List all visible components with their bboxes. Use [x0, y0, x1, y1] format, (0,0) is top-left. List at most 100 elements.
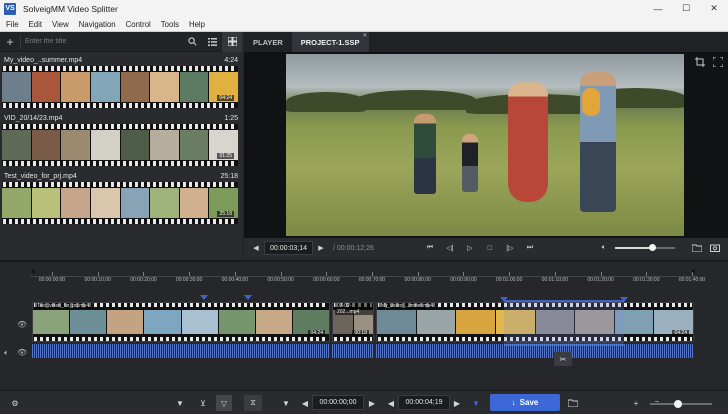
timeline-clip[interactable]: Test_video_for_prj.mp4 04:24 [32, 302, 330, 342]
mute-segment-icon[interactable]: ⧖ [244, 395, 262, 411]
search-icon[interactable] [182, 32, 202, 52]
audio-waveform[interactable] [32, 344, 330, 358]
ruler-tick [143, 272, 145, 276]
ruler-tick [509, 272, 511, 276]
current-time-field[interactable]: 00:00:03;14 [264, 241, 313, 255]
volume-knob[interactable] [649, 244, 657, 251]
save-button[interactable]: ↓ Save [490, 394, 560, 411]
menu-file[interactable]: File [6, 20, 19, 29]
filter-icon[interactable]: ▽ [216, 395, 232, 411]
zoom-knob[interactable] [674, 400, 682, 408]
volume-slider[interactable] [614, 244, 675, 251]
go-to-end-icon[interactable]: ⏭ [522, 240, 538, 256]
ruler-tick-label: 00:01:40;00 [678, 277, 706, 283]
maximize-button[interactable]: ☐ [672, 0, 700, 17]
stop-icon[interactable]: □ [482, 240, 498, 256]
zoom-out-button[interactable]: − [652, 393, 662, 409]
audio-icon[interactable]: 🔈︎ [4, 348, 9, 358]
video-track[interactable]: Test_video_for_prj.mp4 04:24 07-02-202..… [30, 295, 698, 360]
library-clip[interactable]: Test_video_for_prj.mp4 25:18 25:18 [0, 170, 242, 228]
tab-close-icon[interactable]: × [363, 33, 367, 39]
ruler-tick [326, 272, 328, 276]
zoom-in-button[interactable]: + [630, 395, 642, 411]
ruler-tick-label: 00:01:30;00 [633, 277, 660, 283]
ruler-tick-label: 00:00:10;00 [84, 277, 111, 283]
step-back-icon[interactable]: ◁| [442, 240, 458, 256]
menu-tools[interactable]: Tools [161, 20, 179, 29]
video-player[interactable] [244, 52, 728, 238]
menu-view[interactable]: View [52, 20, 69, 29]
ruler-tick [97, 272, 99, 276]
save-icon: ↓ [511, 398, 516, 407]
menu-control[interactable]: Control [126, 20, 151, 29]
selection-start-handle[interactable] [500, 297, 508, 302]
timeline-clip-title: 07-02-202...mp4 [335, 303, 373, 315]
ruler-tick-label: 00:00:40;00 [221, 277, 249, 283]
ruler-tick [692, 272, 693, 276]
timeline-clip[interactable]: 07-02-202...mp4 00:18 [332, 302, 374, 342]
minimize-button[interactable]: — [644, 0, 672, 17]
tab-project[interactable]: PROJECT-1.SSP × [291, 32, 369, 52]
menu-navigation[interactable]: Navigation [79, 20, 116, 29]
open-folder-icon[interactable] [566, 395, 580, 411]
folder-icon[interactable] [689, 240, 705, 256]
menu-help[interactable]: Help [189, 20, 205, 29]
cut-marker[interactable] [244, 295, 252, 300]
video-preview [286, 54, 684, 236]
start-marker-icon[interactable]: ▼ [280, 395, 292, 411]
ruler-tick [280, 272, 282, 276]
window-title: SolveigMM Video Splitter [23, 3, 118, 14]
settings-icon[interactable]: ⚙ [8, 395, 22, 411]
ruler-tick-label: 00:00:90;00 [450, 277, 477, 283]
clip-frame-tag: 04:24 [217, 95, 234, 101]
step-forward-icon[interactable]: |▷ [502, 240, 518, 256]
end-next-button[interactable]: ▶ [452, 395, 462, 411]
search-input[interactable] [20, 34, 182, 49]
play-icon[interactable]: ▷ [462, 240, 478, 256]
end-prev-button[interactable]: ◀ [386, 395, 396, 411]
start-next-button[interactable]: ▶ [367, 395, 377, 411]
add-marker-icon[interactable]: ▼ [173, 395, 187, 411]
grid-view-icon[interactable] [222, 31, 242, 52]
timeline-clip-tag: 04:24 [672, 330, 689, 336]
ruler-tick [554, 272, 556, 276]
timeline-panel: ▼ ▼ 00:00:00;00 00:00:10;00 00:00:20;00 00:… [0, 260, 728, 388]
window-controls: — ☐ ✕ [644, 0, 728, 17]
audio-waveform[interactable] [332, 344, 374, 358]
ruler-tick [646, 272, 648, 276]
delete-marker-icon[interactable]: ⊻ [196, 395, 210, 411]
time-ruler[interactable]: ▼ ▼ 00:00:00;00 00:00:10;00 00:00:20;00 00:… [30, 268, 705, 288]
next-frame-button[interactable]: ▶ [313, 240, 329, 256]
library-clip[interactable]: My_video_..summer.mp4 4:24 04:24 [0, 54, 242, 112]
start-time-field[interactable]: 00:00:00;00 [312, 395, 364, 410]
library-clip[interactable]: VID_20/14/23.mp4 1:25 01:25 [0, 112, 242, 170]
menu-edit[interactable]: Edit [29, 20, 42, 29]
go-to-start-icon[interactable]: ⏮ [422, 240, 438, 256]
end-time-field[interactable]: 00:00:04;19 [398, 395, 450, 410]
ruler-tick-label: 00:00:70;00 [358, 277, 386, 283]
cut-marker[interactable] [200, 295, 208, 300]
volume-icon[interactable]: 🔈︎ [596, 240, 612, 256]
selection-end-handle[interactable] [620, 297, 628, 302]
timeline-start-marker[interactable]: ▼ [30, 269, 37, 276]
eye-icon[interactable]: 👁︎ [17, 320, 27, 329]
app-logo-icon: VS [4, 2, 16, 15]
audio-waveform[interactable] [376, 344, 694, 358]
scissors-icon[interactable]: ✂ [554, 352, 572, 366]
add-file-button[interactable]: + [0, 35, 20, 49]
ruler-tick [52, 272, 53, 276]
previous-frame-button[interactable]: ◀ [248, 240, 264, 256]
crop-icon[interactable] [694, 56, 706, 68]
clip-duration: 25:18 [220, 172, 238, 180]
start-prev-button[interactable]: ◀ [300, 395, 310, 411]
selection-range[interactable] [500, 297, 628, 346]
list-view-icon[interactable] [202, 32, 222, 52]
tab-player[interactable]: PLAYER [244, 32, 292, 52]
end-marker-icon[interactable]: ▼ [470, 395, 482, 411]
eye-icon[interactable]: 👁︎ [17, 348, 27, 357]
close-button[interactable]: ✕ [700, 0, 728, 17]
snapshot-icon[interactable] [707, 240, 723, 256]
fullscreen-icon[interactable] [712, 56, 724, 68]
ruler-tick-label: 00:00:30;00 [175, 277, 203, 283]
view-tabs: PLAYER PROJECT-1.SSP × [244, 32, 728, 52]
